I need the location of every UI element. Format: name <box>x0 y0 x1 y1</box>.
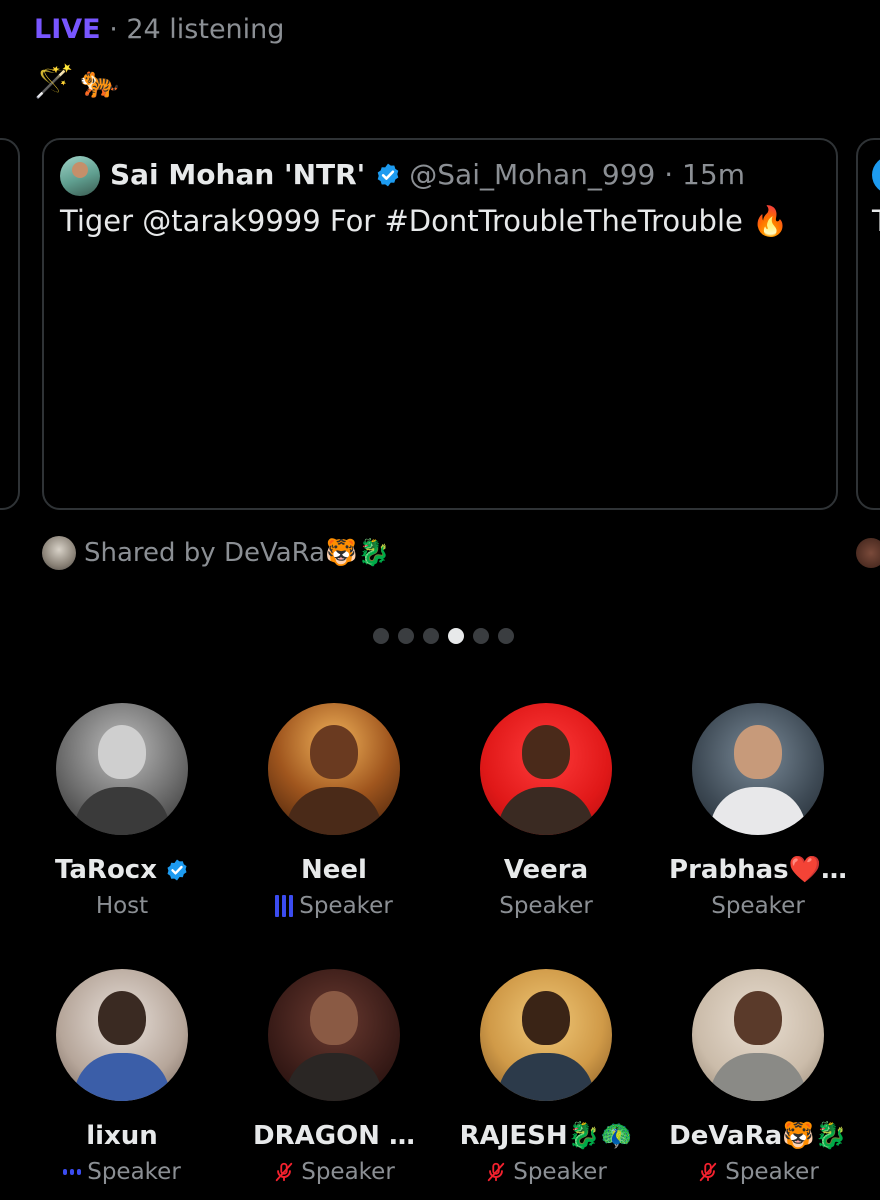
shared-by-row[interactable]: Shared by DeVaRa🐯🐉 <box>42 536 390 570</box>
avatar-figure-head <box>98 725 146 779</box>
avatar-figure-body <box>498 1053 594 1101</box>
participant-role-row: Speaker <box>440 1159 652 1185</box>
participant-avatar[interactable] <box>480 703 612 835</box>
avatar-figure-head <box>522 725 570 779</box>
participant-role-row: Host <box>16 893 228 919</box>
next-post-avatar <box>872 156 880 194</box>
shared-by-label: Shared by DeVaRa🐯🐉 <box>84 538 390 568</box>
participant-name: Prabhas❤️… <box>669 855 847 885</box>
participant-name: TaRocx <box>55 855 157 885</box>
participant-5[interactable]: DRAGON … Speaker <box>228 969 440 1185</box>
participant-name-row: DRAGON … <box>228 1121 440 1151</box>
participant-avatar[interactable] <box>268 969 400 1101</box>
participant-avatar[interactable] <box>268 703 400 835</box>
participant-name: DRAGON … <box>253 1121 415 1151</box>
participant-role: Speaker <box>301 1159 395 1185</box>
verified-badge-icon <box>167 859 187 881</box>
avatar-figure-head <box>734 991 782 1045</box>
participant-role-row: Speaker <box>652 1159 864 1185</box>
participant-2[interactable]: Veera Speaker <box>440 703 652 919</box>
avatar-figure-body <box>286 1053 382 1101</box>
avatar-figure-body <box>74 1053 170 1101</box>
space-status-header: LIVE · 24 listening <box>34 14 284 45</box>
participant-role: Speaker <box>513 1159 607 1185</box>
speaking-dots-icon <box>63 1169 82 1175</box>
mic-muted-icon <box>487 1162 505 1182</box>
participant-name-row: TaRocx <box>16 855 228 885</box>
avatar-figure-body <box>286 787 382 835</box>
previous-post-card[interactable] <box>0 138 20 510</box>
participant-3[interactable]: Prabhas❤️… Speaker <box>652 703 864 919</box>
participant-name-row: lixun <box>16 1121 228 1151</box>
pagination-dot-active[interactable] <box>447 628 464 644</box>
participant-name-row: RAJESH🐉🦚 <box>440 1121 652 1151</box>
mic-muted-icon <box>275 1162 293 1182</box>
participant-name-row: DeVaRa🐯🐉 <box>652 1121 864 1151</box>
participant-4[interactable]: lixun Speaker <box>16 969 228 1185</box>
participant-role: Speaker <box>725 1159 819 1185</box>
participant-7[interactable]: DeVaRa🐯🐉 Speaker <box>652 969 864 1185</box>
participant-role: Speaker <box>499 893 593 919</box>
avatar-figure-head <box>734 725 782 779</box>
post-author-name[interactable]: Sai Mohan 'NTR' <box>110 158 365 191</box>
avatar-figure-body <box>710 787 806 835</box>
avatar-figure-head <box>310 991 358 1045</box>
participant-1[interactable]: Neel Speaker <box>228 703 440 919</box>
participant-name: lixun <box>86 1121 158 1151</box>
participant-avatar[interactable] <box>692 703 824 835</box>
participant-role-row: Speaker <box>16 1159 228 1185</box>
participant-name: Veera <box>503 855 589 885</box>
next-post-text-fragment: T <box>872 204 880 238</box>
participant-name: DeVaRa🐯🐉 <box>669 1121 847 1151</box>
pagination-dot[interactable] <box>372 628 389 644</box>
participant-name-row: Neel <box>228 855 440 885</box>
participant-role-row: Speaker <box>440 893 652 919</box>
next-post-card[interactable]: T <box>856 138 880 510</box>
participant-role-row: Speaker <box>228 1159 440 1185</box>
participant-role: Speaker <box>711 893 805 919</box>
verified-badge-icon <box>377 163 399 186</box>
avatar-figure-head <box>310 725 358 779</box>
space-title-emojis: 🪄🐅 <box>34 62 126 100</box>
participant-avatar[interactable] <box>692 969 824 1101</box>
avatar-figure-body <box>498 787 594 835</box>
participant-name: RAJESH🐉🦚 <box>459 1121 633 1151</box>
participant-role-row: Speaker <box>652 893 864 919</box>
carousel-pagination <box>0 628 880 644</box>
participant-avatar[interactable] <box>480 969 612 1101</box>
participant-0[interactable]: TaRocx Host <box>16 703 228 919</box>
participant-6[interactable]: RAJESH🐉🦚 Speaker <box>440 969 652 1185</box>
shared-posts-carousel[interactable]: Sai Mohan 'NTR' @Sai_Mohan_999 · 15m Tig… <box>0 138 880 588</box>
post-handle-time: @Sai_Mohan_999 · 15m <box>409 158 745 191</box>
participant-role: Speaker <box>87 1159 181 1185</box>
post-text: Tiger @tarak9999 For #DontTroubleTheTrou… <box>60 204 789 238</box>
listening-count: · 24 listening <box>109 14 285 45</box>
live-label: LIVE <box>34 14 101 45</box>
participant-name: Neel <box>301 855 367 885</box>
participant-name-row: Prabhas❤️… <box>652 855 864 885</box>
next-sharer-avatar <box>856 538 880 568</box>
avatar-figure-body <box>710 1053 806 1101</box>
post-header: Sai Mohan 'NTR' @Sai_Mohan_999 · 15m <box>110 158 745 191</box>
avatar-figure-head <box>522 991 570 1045</box>
avatar-figure-body <box>74 787 170 835</box>
participant-avatar[interactable] <box>56 703 188 835</box>
pagination-dot[interactable] <box>422 628 439 644</box>
post-author-avatar[interactable] <box>60 156 100 196</box>
pagination-dot[interactable] <box>397 628 414 644</box>
participant-role-row: Speaker <box>228 893 440 919</box>
mic-muted-icon <box>699 1162 717 1182</box>
speaking-bars-icon <box>275 895 294 917</box>
shared-post-card[interactable]: Sai Mohan 'NTR' @Sai_Mohan_999 · 15m Tig… <box>42 138 838 510</box>
participant-name-row: Veera <box>440 855 652 885</box>
participant-role: Host <box>95 893 149 919</box>
pagination-dot[interactable] <box>472 628 489 644</box>
participant-avatar[interactable] <box>56 969 188 1101</box>
sharer-avatar <box>42 536 76 570</box>
participant-role: Speaker <box>299 893 393 919</box>
pagination-dot[interactable] <box>497 628 514 644</box>
avatar-figure-head <box>98 991 146 1045</box>
